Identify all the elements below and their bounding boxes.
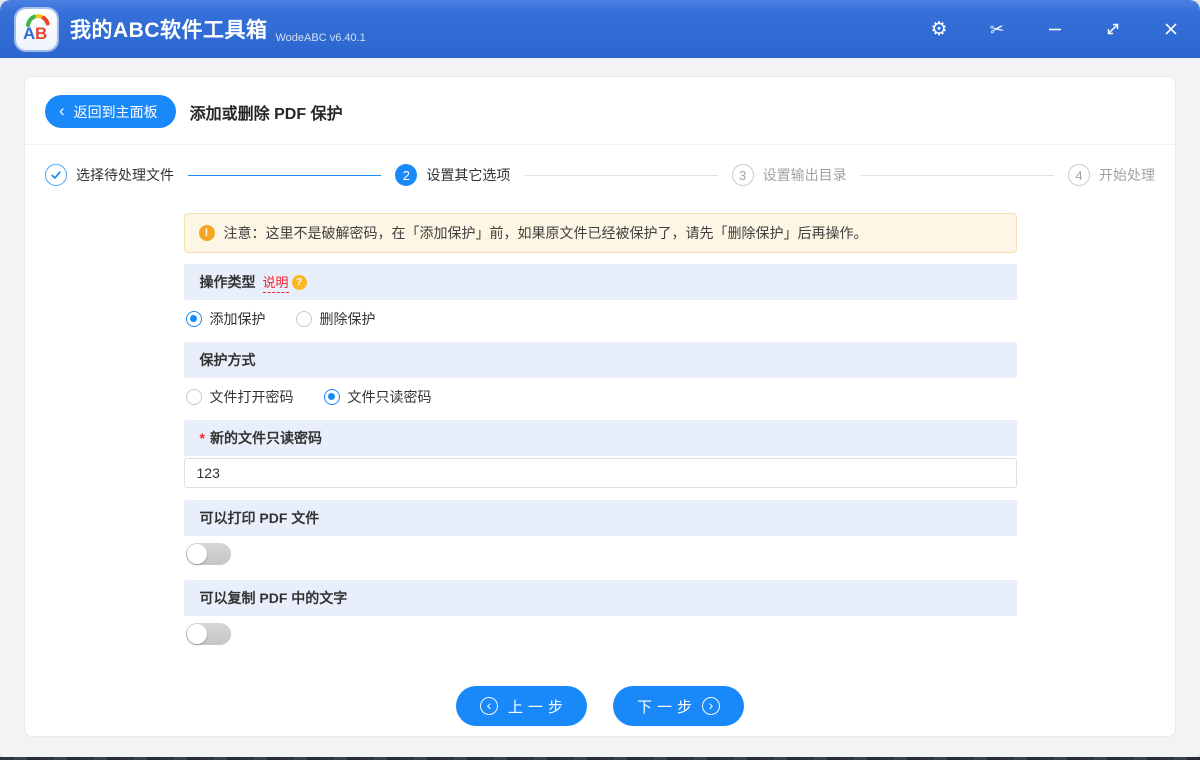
maximize-resize-icon[interactable]	[1102, 18, 1124, 40]
help-question-icon[interactable]: ?	[291, 274, 307, 290]
step-connector	[524, 174, 718, 176]
app-window: A B 我的ABC软件工具箱 WodeABC v6.40.1 ⚙ ✂ ‹ 返回到…	[0, 0, 1200, 757]
toggle-knob	[186, 624, 207, 644]
step-label: 设置其它选项	[426, 167, 511, 183]
operation-type-options: 添加保护 删除保护	[185, 309, 1017, 329]
step-number: 3	[731, 164, 754, 186]
notice-banner: ! 注意：这里不是破解密码，在「添加保护」前，如果原文件已经被保护了，请先「删除…	[183, 213, 1017, 253]
previous-step-button[interactable]: ‹ 上一步	[455, 686, 587, 726]
page-header: ‹ 返回到主面板 添加或删除 PDF 保护	[25, 77, 1175, 145]
svg-text:A: A	[23, 24, 35, 43]
wizard-footer: ‹ 上一步 下一步 ›	[184, 678, 1017, 736]
toggle-knob	[186, 544, 207, 564]
section-header-operation-type: 操作类型 说明 ?	[183, 264, 1017, 300]
readonly-password-input[interactable]	[183, 458, 1017, 488]
app-version: WodeABC v6.40.1	[275, 32, 366, 44]
notice-text: 注意：这里不是破解密码，在「添加保护」前，如果原文件已经被保护了，请先「删除保护…	[223, 225, 868, 241]
radio-unselected-icon	[185, 389, 202, 405]
radio-unselected-icon	[295, 311, 312, 327]
step-start-process: 4 开始处理	[1067, 164, 1155, 186]
main-panel: ‹ 返回到主面板 添加或删除 PDF 保护 选择待处理文件 2 设置其它选项 3…	[24, 76, 1176, 737]
radio-add-protection[interactable]: 添加保护	[185, 309, 266, 329]
section-title: 保护方式	[199, 352, 256, 368]
section-title: 操作类型	[199, 274, 256, 290]
step-connector	[860, 174, 1054, 176]
svg-text:B: B	[35, 24, 47, 43]
settings-gear-icon[interactable]: ⚙	[928, 18, 950, 40]
minimize-icon[interactable]	[1044, 18, 1066, 40]
radio-label: 文件打开密码	[209, 389, 294, 405]
page-title: 添加或删除 PDF 保护	[189, 105, 343, 123]
protection-mode-options: 文件打开密码 文件只读密码	[185, 387, 1017, 407]
radio-selected-icon	[185, 311, 202, 327]
section-header-allow-print: 可以打印 PDF 文件	[183, 500, 1017, 536]
back-to-main-button[interactable]: ‹ 返回到主面板	[45, 95, 176, 128]
app-title: 我的ABC软件工具箱	[70, 19, 268, 42]
section-title: 可以打印 PDF 文件	[199, 510, 320, 526]
app-logo: A B	[16, 8, 57, 50]
radio-label: 文件只读密码	[347, 389, 432, 405]
next-step-button[interactable]: 下一步 ›	[613, 686, 745, 726]
radio-open-password[interactable]: 文件打开密码	[185, 387, 294, 407]
section-title: 新的文件只读密码	[209, 430, 322, 446]
options-form: ! 注意：这里不是破解密码，在「添加保护」前，如果原文件已经被保护了，请先「删除…	[183, 213, 1017, 736]
step-label: 开始处理	[1098, 167, 1155, 183]
step-number: 4	[1067, 164, 1090, 186]
step-number: 2	[395, 164, 418, 186]
step-output-dir: 3 设置输出目录	[731, 164, 847, 186]
wizard-stepper: 选择待处理文件 2 设置其它选项 3 设置输出目录 4 开始处理	[25, 145, 1175, 205]
prev-arrow-icon: ‹	[479, 697, 498, 715]
step-done-check-icon	[45, 164, 67, 186]
help-link[interactable]: 说明	[262, 272, 289, 293]
app-logo-icon: A B	[23, 14, 50, 43]
close-icon[interactable]	[1160, 18, 1182, 40]
next-arrow-icon: ›	[702, 697, 721, 715]
radio-selected-icon	[323, 389, 340, 405]
radio-label: 添加保护	[209, 311, 266, 327]
titlebar: A B 我的ABC软件工具箱 WodeABC v6.40.1 ⚙ ✂	[0, 0, 1200, 58]
step-label: 选择待处理文件	[76, 167, 174, 183]
section-title: 可以复制 PDF 中的文字	[199, 590, 348, 606]
step-label: 设置输出目录	[762, 167, 847, 183]
warning-icon: !	[198, 225, 215, 241]
step-select-files: 选择待处理文件	[45, 164, 174, 186]
step-set-options: 2 设置其它选项	[395, 164, 510, 186]
previous-step-label: 上一步	[507, 698, 568, 716]
section-header-protection-mode: 保护方式	[183, 342, 1017, 378]
section-header-allow-copy: 可以复制 PDF 中的文字	[183, 580, 1017, 616]
required-asterisk: *	[199, 430, 205, 446]
back-button-label: 返回到主面板	[73, 103, 158, 120]
allow-copy-toggle[interactable]	[185, 623, 231, 645]
section-header-readonly-password: * 新的文件只读密码	[183, 420, 1017, 456]
back-chevron-icon: ‹	[59, 101, 65, 120]
radio-label: 删除保护	[319, 311, 376, 327]
next-step-label: 下一步	[637, 698, 698, 716]
radio-readonly-password[interactable]: 文件只读密码	[323, 387, 432, 407]
step-connector	[188, 174, 382, 176]
scissors-icon[interactable]: ✂	[985, 17, 1010, 42]
allow-print-toggle[interactable]	[185, 543, 231, 565]
radio-remove-protection[interactable]: 删除保护	[295, 309, 376, 329]
